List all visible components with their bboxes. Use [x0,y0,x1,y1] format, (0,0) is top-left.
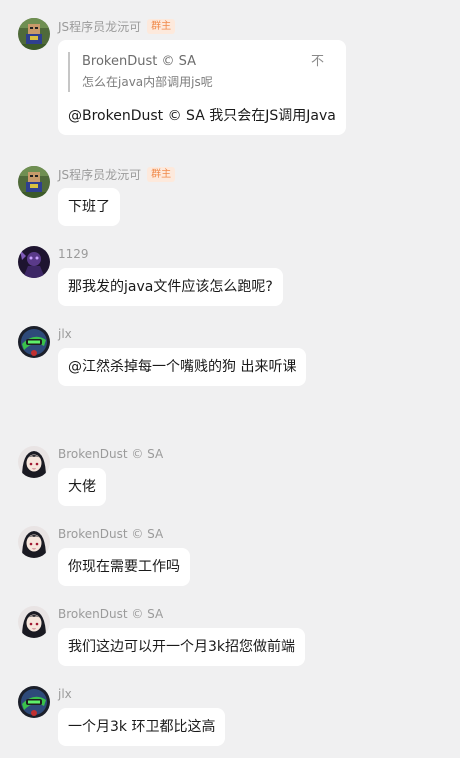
anime-girl-avatar-icon[interactable] [18,446,50,478]
quoted-text: 怎么在java内部调用js呢 [82,75,213,89]
emblem-avatar-icon[interactable] [18,326,50,358]
message-text: 我们这边可以开一个月3k招您做前端 [68,639,296,655]
message-text: @BrokenDust © SA 我只会在JS调用Java [68,108,336,124]
chat-message-list[interactable]: JS程序员龙沅可 群主 BrokenDust © SA 怎么在java内部调用js呢不… [0,0,460,758]
quoted-author: BrokenDust © SA [82,54,197,69]
message-bubble[interactable]: BrokenDust © SA 怎么在java内部调用js呢 不 @BrokenDus… [58,40,346,135]
owner-badge: 群主 [147,166,176,182]
message-header: JS程序员龙沅可 群主 [58,166,176,183]
sender-name[interactable]: JS程序员龙沅可 [58,18,141,35]
quote-close-icon[interactable]: 不 [311,52,324,72]
message-header: 1129 [58,246,89,262]
message-bubble[interactable]: 一个月3k 环卫都比这高 [58,708,226,746]
emblem-avatar-icon[interactable] [18,686,50,718]
sender-name[interactable]: 1129 [58,247,89,261]
message-text: 一个月3k 环卫都比这高 [68,719,216,735]
message-text: 下班了 [68,199,110,215]
anime-girl-avatar-icon[interactable] [18,526,50,558]
message-text: @江然杀掉每一个嘴贱的狗 出来听课 [68,359,297,375]
message-header: JS程序员龙沅可 群主 [58,18,176,35]
message-header: BrokenDust © SA [58,526,163,542]
sender-name[interactable]: JS程序员龙沅可 [58,166,141,183]
message-text: 你现在需要工作吗 [68,559,180,575]
message-header: BrokenDust © SA [58,606,163,622]
sender-name[interactable]: jlx [58,327,72,341]
message-text: 那我发的java文件应该怎么跑呢? [68,279,273,295]
message-header: BrokenDust © SA [58,446,163,462]
sender-name[interactable]: BrokenDust © SA [58,527,163,541]
purple-avatar-icon[interactable] [18,246,50,278]
message-bubble[interactable]: @江然杀掉每一个嘴贱的狗 出来听课 [58,348,307,386]
message-header: jlx [58,686,72,702]
sender-name[interactable]: BrokenDust © SA [58,607,163,621]
message-header: jlx [58,326,72,342]
message-bubble[interactable]: 下班了 [58,188,120,226]
owner-badge: 群主 [147,18,176,34]
sender-name[interactable]: BrokenDust © SA [58,447,163,461]
anime-girl-avatar-icon[interactable] [18,606,50,638]
message-bubble[interactable]: 大佬 [58,468,106,506]
message-bubble[interactable]: 你现在需要工作吗 [58,548,190,586]
message-bubble[interactable]: 那我发的java文件应该怎么跑呢? [58,268,283,306]
message-bubble[interactable]: 我们这边可以开一个月3k招您做前端 [58,628,306,666]
message-text: 大佬 [68,479,96,495]
sender-name[interactable]: jlx [58,687,72,701]
pixel-avatar-icon[interactable] [18,166,50,198]
quoted-reply[interactable]: BrokenDust © SA 怎么在java内部调用js呢 不 [68,52,336,92]
pixel-avatar-icon[interactable] [18,18,50,50]
